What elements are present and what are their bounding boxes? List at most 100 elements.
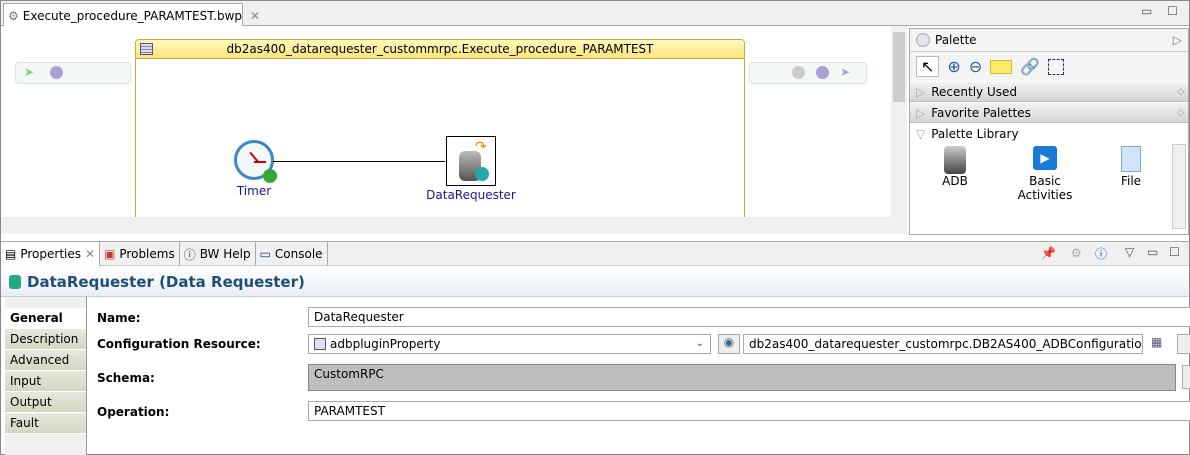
tab-properties[interactable]: ▤ Properties ✕ [1,242,101,266]
play-icon: ▶ [1033,146,1057,170]
minimize-button[interactable]: ▭ [1147,245,1158,259]
side-tab-advanced[interactable]: Advanced [5,350,86,371]
open-resource-icon[interactable]: ▦ [1151,335,1162,349]
minimize-button[interactable]: ▭ [1141,4,1152,18]
file-icon [1121,146,1141,172]
canvas-horizontal-scrollbar[interactable] [1,217,891,234]
link-icon[interactable]: 🔗 [1020,57,1040,76]
datarequester-icon: ↷ [446,136,496,186]
palette-panel: Palette ▷ ↖ ⊕ ⊖ 🔗 ▷ Recently Used ◇ ▷ Favor… [909,28,1189,235]
palette-title: Palette [935,33,977,47]
schema-button[interactable] [1182,365,1190,389]
chevron-down-icon[interactable]: ⌄ [696,335,704,353]
tab-label: Properties [20,247,81,261]
configuration-resource-label: Configuration Resource: [97,337,261,351]
console-icon: ▭ [259,247,271,261]
adb-icon [944,146,966,174]
name-input[interactable]: DataRequester [308,307,1190,327]
item-label: Basic Activities [1017,174,1073,202]
tab-bw-help[interactable]: ⓘ BW Help [180,242,256,266]
play-badge-icon [263,169,277,183]
filter-icon[interactable]: ⚙ [1071,246,1082,260]
collapse-palette-icon[interactable]: ▷ [1173,33,1182,47]
problems-icon: ▣ [104,247,116,261]
tab-label: Console [274,247,323,261]
info-icon [50,66,63,79]
end-arrow-icon: ➤ [840,65,851,79]
clock-icon [234,140,277,183]
process-header: db2as400_datarequester_custommrpc.Execut… [136,40,744,59]
palette-scrollbar[interactable] [1172,144,1186,229]
bottom-tab-bar: ▤ Properties ✕ ▣ Problems ⓘ BW Help ▭ Console… [1,241,1189,266]
timer-activity[interactable]: Timer [224,140,284,200]
end-lane: ➤ [749,62,867,84]
info-icon [816,66,829,79]
start-lane: ➤ [15,62,131,84]
palette-item-basic-activities[interactable]: ▶ Basic Activities [1000,146,1090,202]
fault-icon [792,66,805,79]
transition-arrow[interactable] [273,161,445,162]
properties-side-tabs: General Description Advanced Input Outpu… [5,297,87,455]
palette-section-recently-used[interactable]: ▷ Recently Used ◇ [910,81,1188,102]
schema-field: CustomRPC [308,364,1176,391]
operation-label: Operation: [97,405,170,419]
properties-icon: ▤ [5,247,17,261]
search-button[interactable] [1177,334,1190,354]
process-title: db2as400_datarequester_custommrpc.Execut… [226,42,654,56]
datarequester-icon [9,274,21,289]
select-tool-icon[interactable]: ↖ [916,56,940,77]
process-container[interactable]: db2as400_datarequester_custommrpc.Execut… [135,39,745,229]
palette-library-items: ADB ▶ Basic Activities File [910,144,1188,234]
editor-tab[interactable]: ⚙ Execute_procedure_PARAMTEST.bwp ✕ [3,3,260,27]
table-icon [140,43,153,55]
timer-label: Timer [236,184,272,198]
palette-item-file[interactable]: File [1106,146,1156,188]
help-icon: ⓘ [183,247,196,262]
note-icon[interactable] [990,59,1013,74]
tab-label: BW Help [199,247,251,261]
datarequester-label: DataRequester [426,188,516,202]
close-icon[interactable]: ✕ [85,247,95,261]
tab-problems[interactable]: ▣ Problems [100,242,180,266]
view-menu-icon[interactable]: ▽ [1125,245,1134,259]
side-tab-output[interactable]: Output [5,392,86,413]
datarequester-activity[interactable]: ↷ DataRequester [426,136,516,206]
palette-item-adb[interactable]: ADB [930,146,980,188]
maximize-button[interactable]: ☐ [1167,4,1178,18]
properties-header: DataRequester (Data Requester) [1,267,1189,297]
section-label: Recently Used [931,84,1017,99]
resource-icon [314,338,326,350]
marquee-icon[interactable] [1048,58,1065,75]
operation-input[interactable]: PARAMTEST [308,401,1190,421]
zoom-in-icon[interactable]: ⊕ [947,57,960,76]
section-label: Palette Library [931,127,1019,141]
side-tab-description[interactable]: Description [5,329,86,350]
browse-resource-button[interactable]: ◉ [718,334,740,354]
name-label: Name: [97,311,141,325]
side-tab-input[interactable]: Input [5,371,86,392]
help-button[interactable]: ⓘ [1095,245,1107,262]
properties-title: DataRequester (Data Requester) [27,272,305,291]
editor-tab-title: Execute_procedure_PARAMTEST.bwp [22,8,243,23]
gear-icon: ⚙ [8,8,19,23]
tab-console[interactable]: ▭ Console [256,242,328,266]
pin-icon[interactable]: 📌 [1041,246,1056,260]
side-tab-fault[interactable]: Fault [5,413,86,434]
item-label: ADB [942,174,968,188]
palette-header: Palette ▷ [910,29,1188,51]
canvas-vertical-scrollbar[interactable] [891,26,907,234]
palette-section-favorite[interactable]: ▷ Favorite Palettes ◇ [910,102,1188,123]
palette-icon [916,33,930,47]
schema-label: Schema: [97,371,155,385]
side-tab-general[interactable]: General [5,308,86,329]
configuration-resource-value[interactable]: db2as400_datarequester_customrpc.DB2AS40… [743,334,1143,354]
zoom-out-icon[interactable]: ⊖ [969,57,982,76]
tab-label: Problems [119,247,175,261]
maximize-button[interactable]: ☐ [1169,245,1180,259]
start-arrow-icon: ➤ [24,65,35,79]
close-icon[interactable]: ✕ [250,9,260,23]
config-select-value: adbpluginProperty [330,337,441,351]
section-label: Favorite Palettes [931,105,1031,120]
configuration-resource-select[interactable]: adbpluginProperty ⌄ [308,334,711,354]
palette-section-library[interactable]: ▽ Palette Library [910,123,1188,144]
